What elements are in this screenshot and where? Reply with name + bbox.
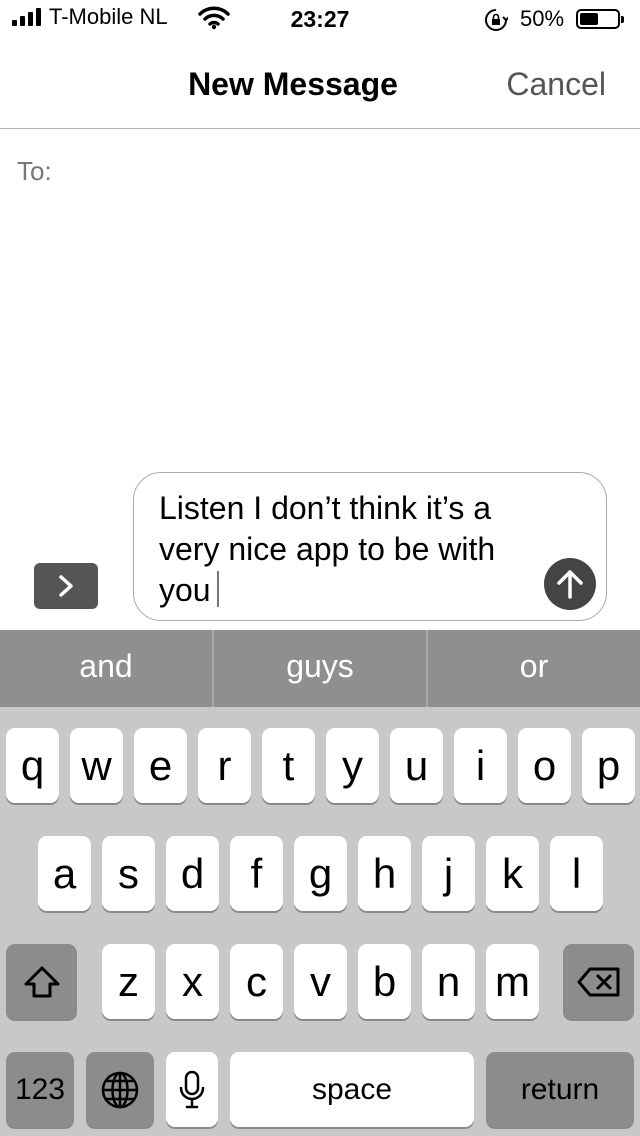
message-text: Listen I don’t think it’s a very nice ap… — [159, 490, 496, 608]
keyboard: q w e r t y u i o p a s d f g h j k l z … — [0, 707, 640, 1136]
nav-bar: New Message Cancel — [0, 44, 640, 129]
key-u[interactable]: u — [390, 728, 443, 803]
key-j[interactable]: j — [422, 836, 475, 911]
key-v[interactable]: v — [294, 944, 347, 1019]
numbers-key[interactable]: 123 — [6, 1052, 74, 1127]
key-e[interactable]: e — [134, 728, 187, 803]
key-m[interactable]: m — [486, 944, 539, 1019]
key-q[interactable]: q — [6, 728, 59, 803]
status-bar: T-Mobile NL 23:27 50% — [0, 0, 640, 40]
arrow-up-icon — [557, 570, 583, 599]
key-y[interactable]: y — [326, 728, 379, 803]
key-x[interactable]: x — [166, 944, 219, 1019]
key-c[interactable]: c — [230, 944, 283, 1019]
text-cursor — [216, 571, 219, 607]
key-w[interactable]: w — [70, 728, 123, 803]
suggestion-3[interactable]: or — [428, 630, 640, 707]
shift-icon — [24, 966, 59, 997]
return-key[interactable]: return — [486, 1052, 634, 1127]
cancel-button[interactable]: Cancel — [506, 66, 606, 103]
key-g[interactable]: g — [294, 836, 347, 911]
send-button[interactable] — [544, 558, 596, 610]
dictation-key[interactable] — [166, 1052, 218, 1127]
microphone-icon — [179, 1070, 205, 1108]
suggestion-2[interactable]: guys — [214, 630, 428, 707]
page-title: New Message — [188, 66, 398, 102]
battery-fill — [580, 13, 598, 25]
key-r[interactable]: r — [198, 728, 251, 803]
battery-percent: 50% — [520, 6, 565, 31]
key-b[interactable]: b — [358, 944, 411, 1019]
rotation-lock-icon — [485, 9, 508, 31]
predictive-bar: and guys or — [0, 630, 640, 707]
backspace-icon — [577, 967, 619, 996]
battery-icon — [576, 9, 624, 29]
key-t[interactable]: t — [262, 728, 315, 803]
shift-key[interactable] — [6, 944, 77, 1019]
key-n[interactable]: n — [422, 944, 475, 1019]
key-d[interactable]: d — [166, 836, 219, 911]
delete-key[interactable] — [563, 944, 634, 1019]
key-l[interactable]: l — [550, 836, 603, 911]
key-s[interactable]: s — [102, 836, 155, 911]
to-field-label[interactable]: To: — [17, 156, 52, 187]
key-o[interactable]: o — [518, 728, 571, 803]
expand-apps-button[interactable] — [34, 563, 98, 609]
message-input[interactable]: Listen I don’t think it’s a very nice ap… — [133, 472, 607, 621]
key-f[interactable]: f — [230, 836, 283, 911]
space-key[interactable]: space — [230, 1052, 474, 1127]
key-h[interactable]: h — [358, 836, 411, 911]
chevron-right-icon — [59, 575, 73, 597]
key-i[interactable]: i — [454, 728, 507, 803]
globe-key[interactable] — [86, 1052, 154, 1127]
battery-nub — [621, 16, 624, 23]
key-a[interactable]: a — [38, 836, 91, 911]
globe-icon — [101, 1071, 139, 1108]
key-k[interactable]: k — [486, 836, 539, 911]
key-z[interactable]: z — [102, 944, 155, 1019]
key-p[interactable]: p — [582, 728, 635, 803]
suggestion-1[interactable]: and — [0, 630, 214, 707]
